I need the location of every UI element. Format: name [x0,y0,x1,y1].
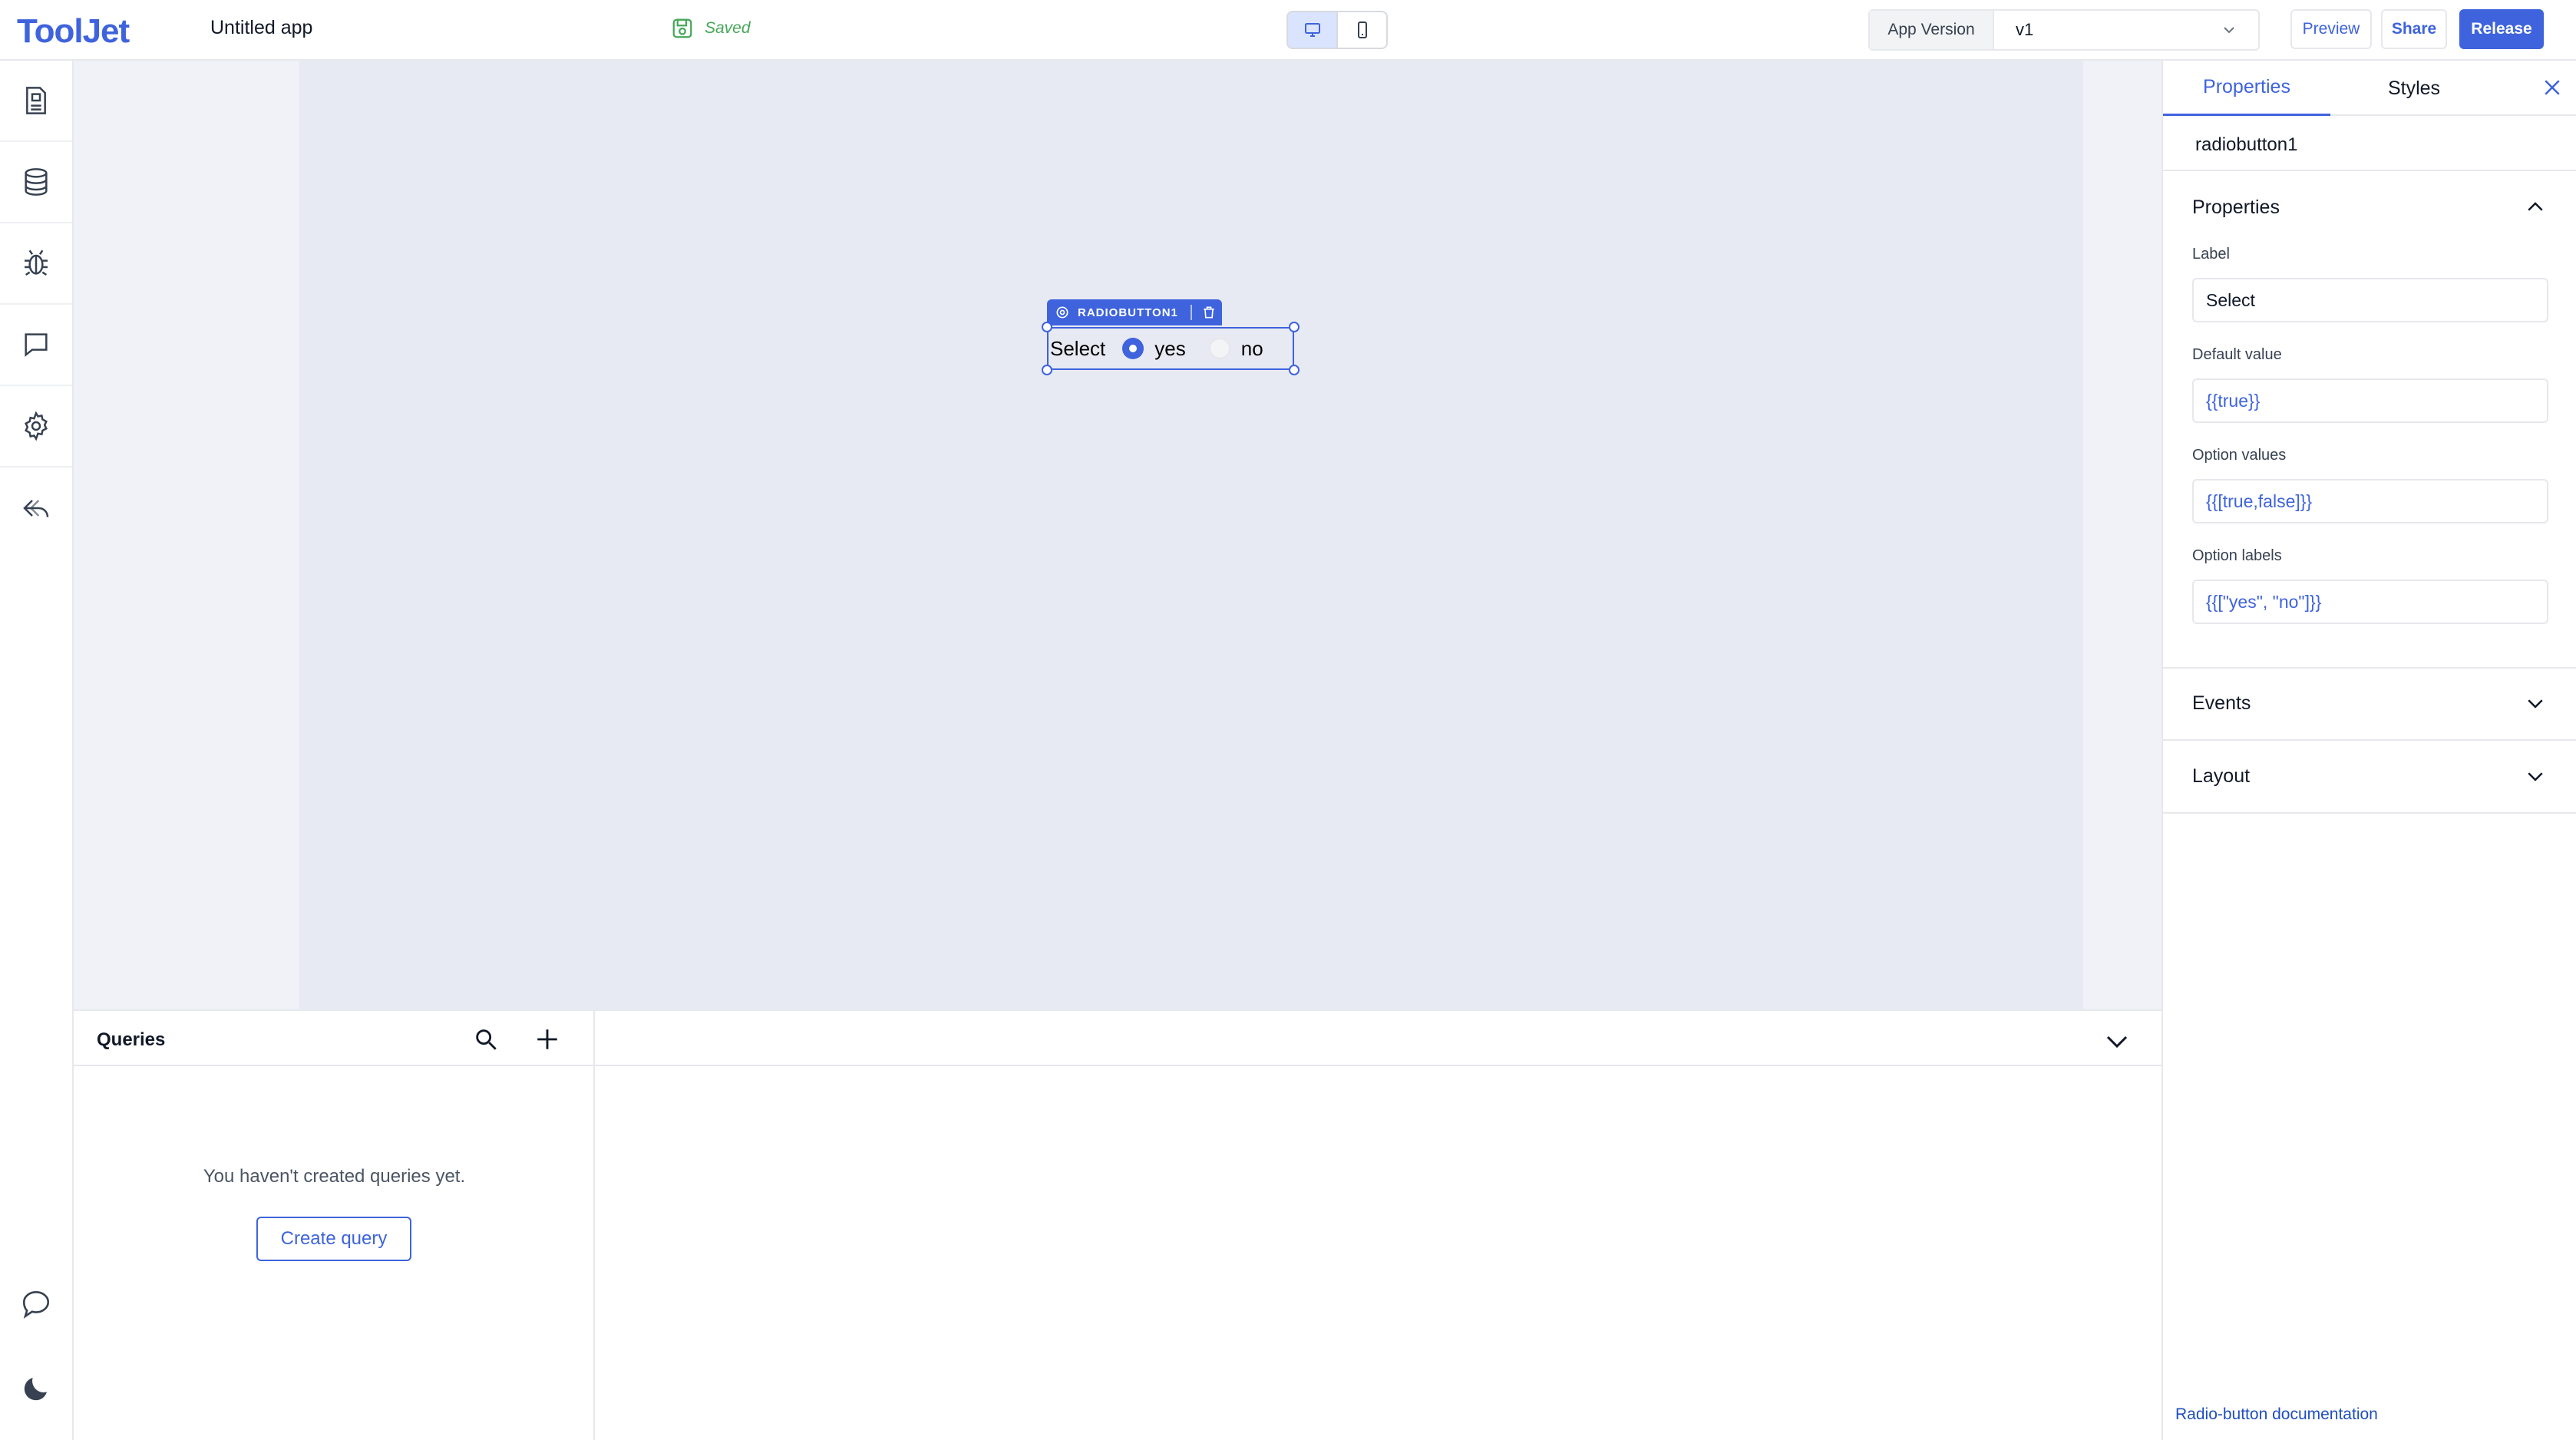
desktop-view-button[interactable] [1288,12,1336,48]
desktop-icon [1304,23,1320,37]
saved-disk-icon [672,18,692,38]
chevron-up-icon[interactable] [2524,196,2547,219]
default-value-input[interactable]: {{true}} [2192,378,2548,423]
label-input[interactable]: Select [2192,278,2548,322]
option-labels-input[interactable]: {{["yes", "no"]}} [2192,580,2548,624]
sidebar-item-pages[interactable] [0,61,72,142]
documentation-link[interactable]: Radio-button documentation [2175,1405,2378,1424]
widget-gear-icon [1056,306,1068,319]
inspector-panel: Properties Styles radiobutton1 Propertie… [2162,61,2576,1440]
settings-gear-icon [25,411,48,441]
sidebar-item-chat[interactable] [0,1273,72,1335]
saved-label: Saved [705,19,751,37]
app-version-value: v1 [2016,20,2034,39]
divider [2163,739,2576,741]
comments-icon [25,333,48,357]
radio-option-label: yes [1154,336,1186,360]
divider [2163,812,2576,814]
share-button[interactable]: Share [2381,9,2447,49]
queries-title: Queries [97,1029,166,1050]
resize-handle-bottom-right[interactable] [1289,365,1300,375]
radio-selected-icon [1122,338,1144,359]
field-label: Default value [2192,346,2282,363]
widget-config-tag[interactable]: RADIOBUTTON1 [1047,299,1222,325]
sidebar-item-database[interactable] [0,142,72,223]
debugger-bug-icon [25,249,48,276]
layout-section-title[interactable]: Layout [2192,765,2250,788]
queries-empty-message: You haven't created queries yet. [203,1166,466,1187]
properties-section-title[interactable]: Properties [2192,197,2280,219]
chevron-down-icon[interactable] [2524,765,2547,788]
app-title[interactable]: Untitled app [210,17,312,39]
resize-handle-bottom-left[interactable] [1042,365,1052,375]
radio-option-yes[interactable]: yes [1122,336,1186,361]
app-version-selector[interactable]: App Version v1 [1868,9,2260,51]
search-icon[interactable] [473,1026,499,1052]
radio-unselected-icon [1208,338,1230,359]
sidebar-item-debugger[interactable] [0,223,72,305]
radio-option-no[interactable]: no [1208,336,1263,361]
create-query-button[interactable]: Create query [256,1217,411,1261]
chevron-down-icon [2224,27,2234,34]
tab-styles[interactable]: Styles [2330,61,2498,116]
chat-bubble-icon [22,1290,50,1319]
radio-widget-label: Select [1050,336,1106,360]
resize-handle-top-left[interactable] [1042,322,1052,332]
divider [2163,170,2576,171]
sidebar-item-comments[interactable] [0,305,72,386]
left-sidebar [0,61,74,1440]
dark-mode-moon-icon [24,1378,47,1401]
app-version-dropdown[interactable]: v1 [1994,11,2258,49]
field-label: Label [2192,246,2230,263]
queries-panel: Queries You haven't created queries yet.… [74,1009,2162,1440]
collapse-chevron-down-icon[interactable] [2103,1028,2131,1055]
mobile-icon [1357,21,1367,38]
top-header: ToolJet Untitled app Saved App Version v… [0,0,2576,61]
app-canvas[interactable] [299,61,2083,1009]
device-toggle [1286,11,1388,49]
tooljet-logo[interactable]: ToolJet [17,12,130,51]
inspector-tabs: Properties Styles [2163,61,2576,116]
events-section-title[interactable]: Events [2192,692,2251,715]
sidebar-item-undo[interactable] [0,467,72,549]
close-icon[interactable] [2541,76,2564,99]
mobile-view-button[interactable] [1336,12,1386,48]
field-label: Option labels [2192,547,2282,564]
canvas-area: RADIOBUTTON1 Select yes no [74,61,2162,1009]
save-status: Saved [671,17,751,40]
radio-option-label: no [1240,336,1263,360]
sidebar-item-dark-mode[interactable] [0,1358,72,1419]
widget-tag-name: RADIOBUTTON1 [1078,306,1178,319]
sidebar-item-settings[interactable] [0,386,72,467]
resize-handle-top-right[interactable] [1289,322,1300,332]
queries-list: Queries You haven't created queries yet.… [74,1011,595,1440]
tag-divider [1190,305,1192,320]
database-icon [25,168,48,196]
add-query-plus-icon[interactable] [534,1026,560,1052]
preview-button[interactable]: Preview [2290,9,2372,49]
tab-properties[interactable]: Properties [2163,61,2330,116]
chevron-down-icon[interactable] [2524,692,2547,715]
radio-button-widget[interactable]: Select yes no [1047,327,1294,370]
component-name[interactable]: radiobutton1 [2195,134,2297,156]
app-version-label: App Version [1870,11,1994,49]
field-label: Option values [2192,447,2287,464]
option-values-input[interactable]: {{[true,false]}} [2192,479,2548,523]
divider [2163,667,2576,669]
undo-reply-icon [23,500,49,517]
trash-icon[interactable] [1201,305,1217,320]
page-icon [26,87,46,114]
release-button[interactable]: Release [2459,9,2544,49]
